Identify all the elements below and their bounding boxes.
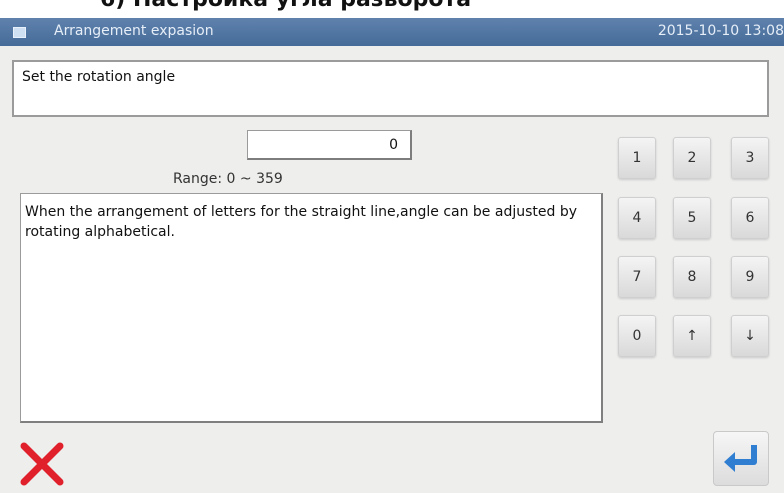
datetime-display: 2015-10-10 13:08 [657, 23, 784, 39]
key-down-arrow[interactable]: ↓ [731, 315, 769, 357]
key-4[interactable]: 4 [618, 197, 656, 239]
red-x-icon [20, 442, 64, 486]
description-text: When the arrangement of letters for the … [25, 204, 578, 240]
prompt-text: Set the rotation angle [22, 69, 176, 85]
key-0[interactable]: 0 [618, 315, 656, 357]
cancel-button[interactable] [18, 440, 66, 488]
key-1[interactable]: 1 [618, 137, 656, 179]
key-7[interactable]: 7 [618, 256, 656, 298]
window-icon [13, 27, 26, 38]
title-bar: Arrangement expasion 2015-10-10 13:08 [0, 18, 784, 46]
document-heading: 6) Настройка угла разворота [0, 0, 784, 18]
key-up-arrow[interactable]: ↑ [673, 315, 711, 357]
main-panel: Set the rotation angle Range: 0 ~ 359 Wh… [0, 46, 784, 493]
window-title: Arrangement expasion [54, 23, 214, 39]
key-9[interactable]: 9 [731, 256, 769, 298]
key-5[interactable]: 5 [673, 197, 711, 239]
range-label: Range: 0 ~ 359 [173, 171, 283, 187]
document-heading-text: 6) Настройка угла разворота [100, 0, 471, 12]
key-6[interactable]: 6 [731, 197, 769, 239]
rotation-angle-input[interactable] [247, 130, 412, 160]
description-box: When the arrangement of letters for the … [20, 193, 603, 423]
confirm-button[interactable] [713, 431, 769, 486]
key-8[interactable]: 8 [673, 256, 711, 298]
key-2[interactable]: 2 [673, 137, 711, 179]
prompt-box: Set the rotation angle [12, 60, 769, 117]
enter-return-arrow-icon [724, 445, 757, 472]
key-3[interactable]: 3 [731, 137, 769, 179]
